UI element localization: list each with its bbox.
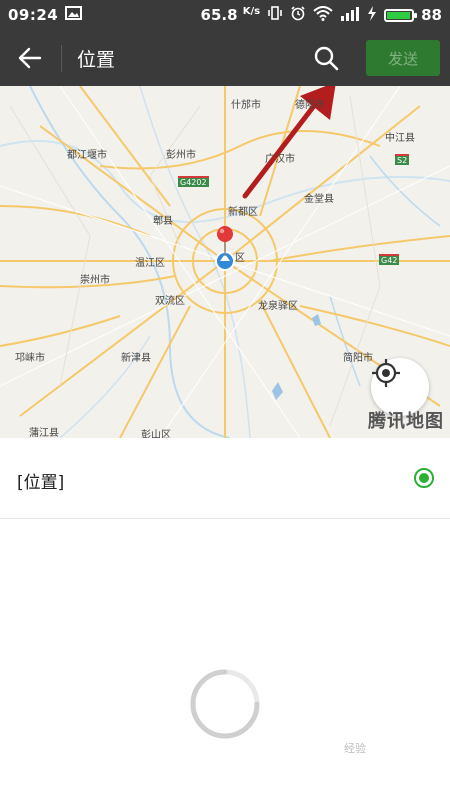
map-label: 广汉市 [265,154,295,165]
send-button[interactable]: 发送 [366,40,440,76]
alarm-icon [290,5,306,25]
map-label: 郫县 [153,216,173,227]
wifi-icon [313,5,333,25]
map-view[interactable]: 什邡市 德阳市 中江县 都江堰市 彭州市 广汉市 G4202 S2 金堂县 新都… [0,86,450,438]
highway-shield: S2 [395,154,410,165]
map-label: 新津县 [121,353,151,364]
radio-dot [419,473,429,483]
location-pin-icon [217,226,233,242]
charging-icon [367,5,377,25]
signal-icon [340,6,360,25]
map-label: 区 [235,253,245,264]
back-arrow-icon [18,47,42,69]
map-provider-logo: 腾讯地图 [368,411,444,432]
map-label: 彭山区 [141,430,171,438]
image-notification-icon [65,6,83,24]
map-label: 什邡市 [231,100,261,111]
back-button[interactable] [12,42,48,74]
vibrate-icon [267,5,283,25]
map-label: 彭州市 [166,150,196,161]
map-label: 德阳市 [295,100,325,111]
corner-watermark: 经验 [344,742,366,755]
highway-shield: G4202 [178,176,209,187]
highway-shield: G42 [379,254,400,265]
location-list-item[interactable]: [位置] [0,438,450,519]
battery-icon [384,8,418,22]
map-label: 龙泉驿区 [258,301,298,312]
loading-spinner [190,669,260,739]
map-label: 蒲江县 [29,428,59,438]
status-time: 09:24 [8,6,59,24]
search-button[interactable] [308,42,344,74]
map-label: 简阳市 [343,353,373,364]
app-bar-divider [61,45,62,72]
map-label: 双流区 [155,296,185,307]
map-label: 中江县 [385,133,415,144]
crosshair-icon [372,359,400,387]
map-label: 金堂县 [304,194,334,205]
map-label: 崇州市 [80,275,110,286]
location-item-label: [位置] [17,473,65,493]
app-bar: 位置 发送 [0,30,450,86]
map-label: 新都区 [228,207,258,218]
map-label: 温江区 [135,258,165,269]
battery-percent: 88 [421,6,442,24]
page-title: 位置 [77,49,116,71]
search-icon [314,46,339,71]
selected-radio[interactable] [414,468,434,488]
network-speed: 65.8 K/s [200,6,261,24]
map-label: 邛崃市 [15,353,45,364]
status-bar: 09:24 65.8 K/s 88 [0,0,450,30]
map-label: 都江堰市 [67,150,107,161]
